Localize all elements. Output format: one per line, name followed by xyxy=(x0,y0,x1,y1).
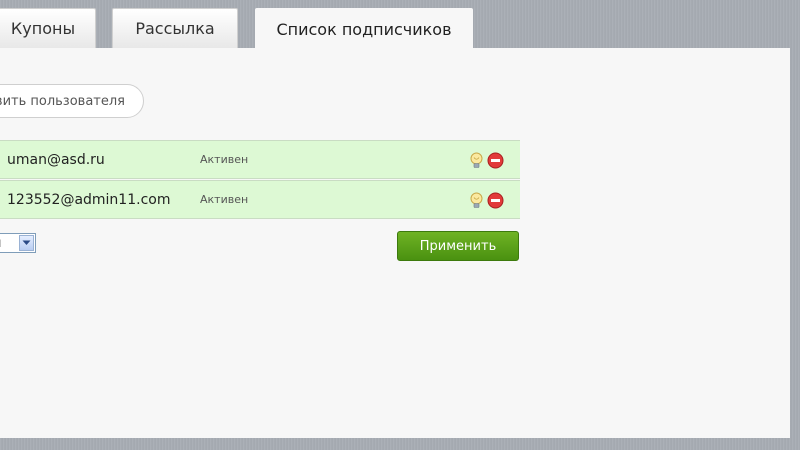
add-user-button-label: авить пользователя xyxy=(0,93,125,109)
delete-icon[interactable] xyxy=(487,152,504,169)
subscribers-table: uman@asd.ru Активен 123552@admin11.com А… xyxy=(0,140,520,219)
lightbulb-icon[interactable] xyxy=(469,152,484,169)
lightbulb-icon[interactable] xyxy=(469,192,484,209)
tab-coupons[interactable]: Купоны xyxy=(0,8,96,48)
subscriber-status: Активен xyxy=(200,153,249,166)
tab-mailing[interactable]: Рассылка xyxy=(112,8,238,48)
bulk-action-value: и xyxy=(0,236,19,251)
tab-label: Список подписчиков xyxy=(276,20,452,39)
subscriber-email: 123552@admin11.com xyxy=(7,192,171,208)
delete-icon[interactable] xyxy=(487,192,504,209)
bulk-action-select[interactable]: и xyxy=(0,233,36,253)
chevron-down-icon[interactable] xyxy=(19,235,34,251)
subscriber-status: Активен xyxy=(200,193,249,206)
row-actions xyxy=(469,152,504,169)
apply-button-label: Применить xyxy=(419,238,497,254)
row-actions xyxy=(469,192,504,209)
tab-subscribers-list[interactable]: Список подписчиков xyxy=(255,8,473,50)
add-user-button[interactable]: авить пользователя xyxy=(0,84,144,118)
table-row: 123552@admin11.com Активен xyxy=(0,180,520,219)
subscriber-email: uman@asd.ru xyxy=(7,152,105,168)
content-panel: авить пользователя uman@asd.ru Активен 1… xyxy=(0,48,790,438)
tab-label: Рассылка xyxy=(135,19,215,38)
table-row: uman@asd.ru Активен xyxy=(0,140,520,179)
apply-button[interactable]: Применить xyxy=(397,231,519,261)
tab-label: Купоны xyxy=(10,19,76,38)
